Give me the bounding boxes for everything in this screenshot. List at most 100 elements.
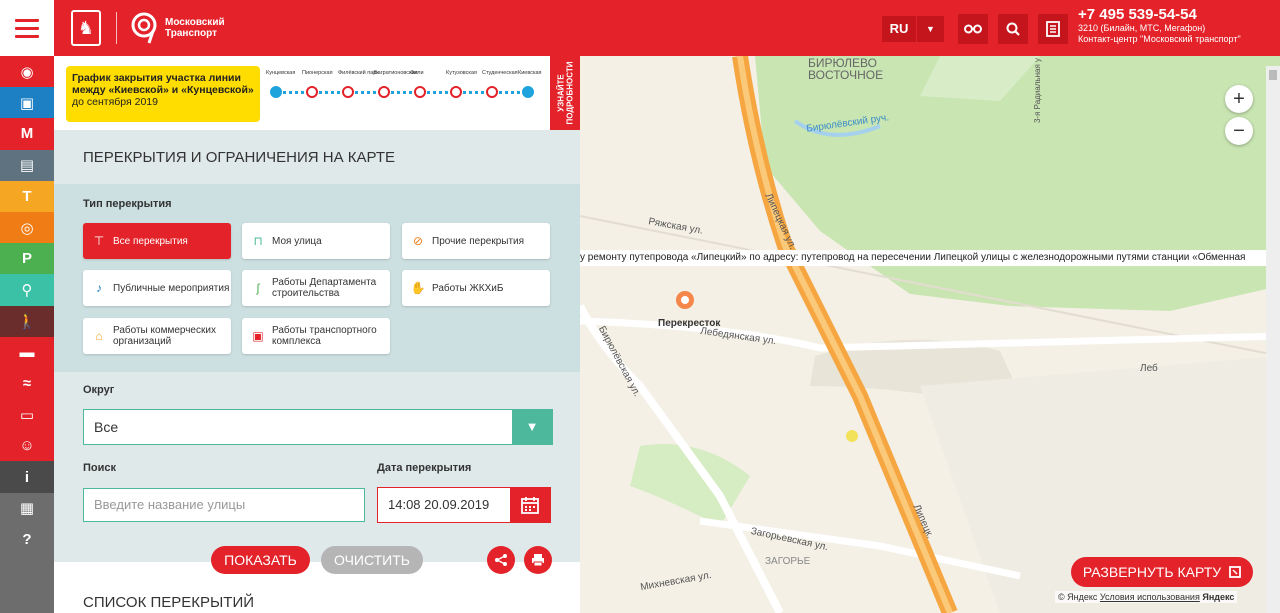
chip-transport-works[interactable]: ▣ Работы транспортного комплекса (242, 318, 390, 354)
chevron-down-icon: ▼ (916, 16, 944, 42)
list-title: СПИСОК ПЕРЕКРЫТИЙ (83, 594, 255, 611)
sidebar-item-help[interactable]: ? (0, 523, 54, 555)
news-button[interactable] (1038, 14, 1068, 44)
street-search-input[interactable]: Введите название улицы (83, 488, 365, 522)
car-icon: ◎ (20, 219, 34, 237)
closures-panel: График закрытия участка линии между «Кие… (54, 56, 580, 613)
chip-other-closures[interactable]: ⊘ Прочие перекрытия (402, 223, 550, 259)
phone-operators: 3210 (Билайн, МТС, Мегафон) (1078, 23, 1206, 33)
map-marker (846, 430, 858, 442)
map-area[interactable]: БИРЮЛЕВО ВОСТОЧНОЕ Бирюлёвский руч. Ряжс… (580, 56, 1280, 613)
share-icon (495, 554, 507, 566)
moscow-transport-logo-icon[interactable] (129, 11, 161, 45)
yandex-logo[interactable]: Яндекс (1202, 592, 1234, 602)
station-closed-marker (450, 86, 462, 98)
calendar-icon (521, 497, 539, 514)
chip-public-events[interactable]: ♪ Публичные мероприятия (83, 270, 231, 306)
sidebar-item-info[interactable]: i (0, 461, 54, 493)
sidebar-item-motorcycle[interactable]: ≈ (0, 367, 54, 400)
chip-my-street[interactable]: ⊓ Моя улица (242, 223, 390, 259)
print-button[interactable] (524, 546, 552, 574)
accessibility-glasses-button[interactable] (958, 14, 988, 44)
station-name: Кунцевская (266, 70, 296, 76)
station-name: Фили (410, 70, 424, 76)
scrollbar[interactable] (1266, 66, 1280, 613)
district-select[interactable]: Все ▼ (83, 409, 553, 445)
expand-map-button[interactable]: РАЗВЕРНУТЬ КАРТУ (1071, 557, 1253, 587)
banner-text-box[interactable]: График закрытия участка линии между «Кие… (66, 66, 260, 122)
top-bar: ♞ Московский Транспорт RU ▼ +7 495 539-5… (0, 0, 1280, 56)
crane-hook-icon: ʃ (256, 280, 260, 295)
chip-label: Публичные мероприятия (113, 282, 230, 294)
metro-closure-banner[interactable]: График закрытия участка линии между «Кие… (54, 56, 580, 130)
contact-center-label: Контакт-центр "Московский транспорт" (1078, 34, 1241, 44)
search-icon (1006, 22, 1020, 36)
clear-button[interactable]: ОЧИСТИТЬ (321, 546, 423, 574)
terms-link[interactable]: Условия использования (1100, 592, 1200, 602)
phone-number[interactable]: +7 495 539-54-54 (1078, 6, 1241, 23)
bus-front-icon: ▣ (252, 328, 264, 343)
chip-housing-works[interactable]: ✋ Работы ЖКХиБ (402, 270, 550, 306)
help-icon: ? (22, 530, 32, 548)
contact-block: +7 495 539-54-54 3210 (Билайн, МТС, Мега… (1078, 6, 1241, 45)
info-icon: i (24, 468, 30, 486)
bus-icon: ▣ (19, 94, 35, 112)
glasses-icon (964, 24, 982, 34)
map-copyright: © Яндекс Условия использования Яндекс (1055, 591, 1238, 603)
logo-text[interactable]: Московский Транспорт (165, 17, 235, 39)
chip-construction-dept[interactable]: ʃ Работы Департамента строительства (242, 270, 390, 306)
closure-ticker[interactable]: у ремонту путепровода «Липецкий» по адре… (580, 250, 1270, 266)
sidebar-item-trolleybus[interactable]: ▤ (0, 149, 54, 181)
sidebar-item-bicycle[interactable]: ⚲ (0, 274, 54, 306)
truck-icon: ▬ (19, 343, 35, 361)
banner-subtitle: до сентября 2019 (72, 96, 158, 108)
learn-more-button[interactable]: УЗНАЙТЕ ПОДРОБНОСТИ (550, 56, 580, 130)
zoom-out-button[interactable]: − (1225, 117, 1253, 145)
sidebar-item-tram[interactable]: T (0, 180, 54, 212)
sidebar-item-truck[interactable]: ▬ (0, 336, 54, 368)
banner-title: График закрытия участка линии между «Кие… (72, 72, 254, 96)
printer-icon (532, 554, 544, 567)
sidebar-item-mosgortrans[interactable]: ◉ (0, 56, 54, 88)
station-closed-marker (486, 86, 498, 98)
moscow-coat-of-arms-logo[interactable]: ♞ (71, 10, 101, 46)
language-select[interactable]: RU ▼ (882, 16, 944, 42)
sidebar-item-metro[interactable]: M (0, 118, 54, 150)
sidebar-item-pedestrian[interactable]: 🚶 (0, 305, 54, 337)
sidebar-item-taxi[interactable]: ▭ (0, 399, 54, 431)
sidebar-item-bus[interactable]: ▣ (0, 87, 54, 119)
learn-more-label-1: УЗНАЙТЕ (556, 74, 566, 112)
chip-commercial-works[interactable]: ⌂ Работы коммерческих организаций (83, 318, 231, 354)
chip-all-closures[interactable]: ⊤ Все перекрытия (83, 223, 231, 259)
sidebar-item-document[interactable]: ▦ (0, 492, 54, 524)
sidebar-item-parking[interactable]: P (0, 243, 54, 275)
learn-more-label-2: ПОДРОБНОСТИ (565, 61, 575, 125)
chevron-down-icon[interactable]: ▼ (512, 410, 552, 444)
expand-map-label: РАЗВЕРНУТЬ КАРТУ (1082, 564, 1222, 580)
map-label-district: ВОСТОЧНОЕ (808, 68, 884, 82)
menu-button[interactable] (0, 0, 54, 56)
station-diagram: Кунцевская Пионерская Филёвский парк Баграт… (266, 70, 542, 126)
show-button[interactable]: ПОКАЗАТЬ (211, 546, 310, 574)
station-closed-marker (306, 86, 318, 98)
prohibited-icon: ⊘ (412, 233, 424, 248)
copyright-text: © Яндекс (1058, 592, 1098, 602)
scrollbar-thumb[interactable] (1269, 70, 1277, 80)
chip-label: Работы транспортного комплекса (272, 325, 377, 347)
zoom-in-button[interactable]: + (1225, 85, 1253, 113)
map-label-street: 3-я Радиальная у (1033, 57, 1043, 124)
bicycle-icon: ⚲ (21, 281, 33, 299)
sidebar-item-feedback[interactable]: ☺ (0, 430, 54, 462)
street-sign-icon: ⊓ (253, 233, 263, 248)
date-value: 14:08 20.09.2019 (388, 497, 490, 512)
date-input[interactable]: 14:08 20.09.2019 (377, 487, 551, 523)
parking-icon: P (21, 250, 32, 268)
search-button[interactable] (998, 14, 1028, 44)
newspaper-icon (1046, 21, 1060, 37)
chip-label: Работы коммерческих организаций (113, 325, 216, 347)
share-button[interactable] (487, 546, 515, 574)
sidebar-item-car[interactable]: ◎ (0, 211, 54, 244)
station-closed-marker (342, 86, 354, 98)
tram-icon: T (22, 187, 32, 205)
calendar-button[interactable] (510, 488, 550, 522)
